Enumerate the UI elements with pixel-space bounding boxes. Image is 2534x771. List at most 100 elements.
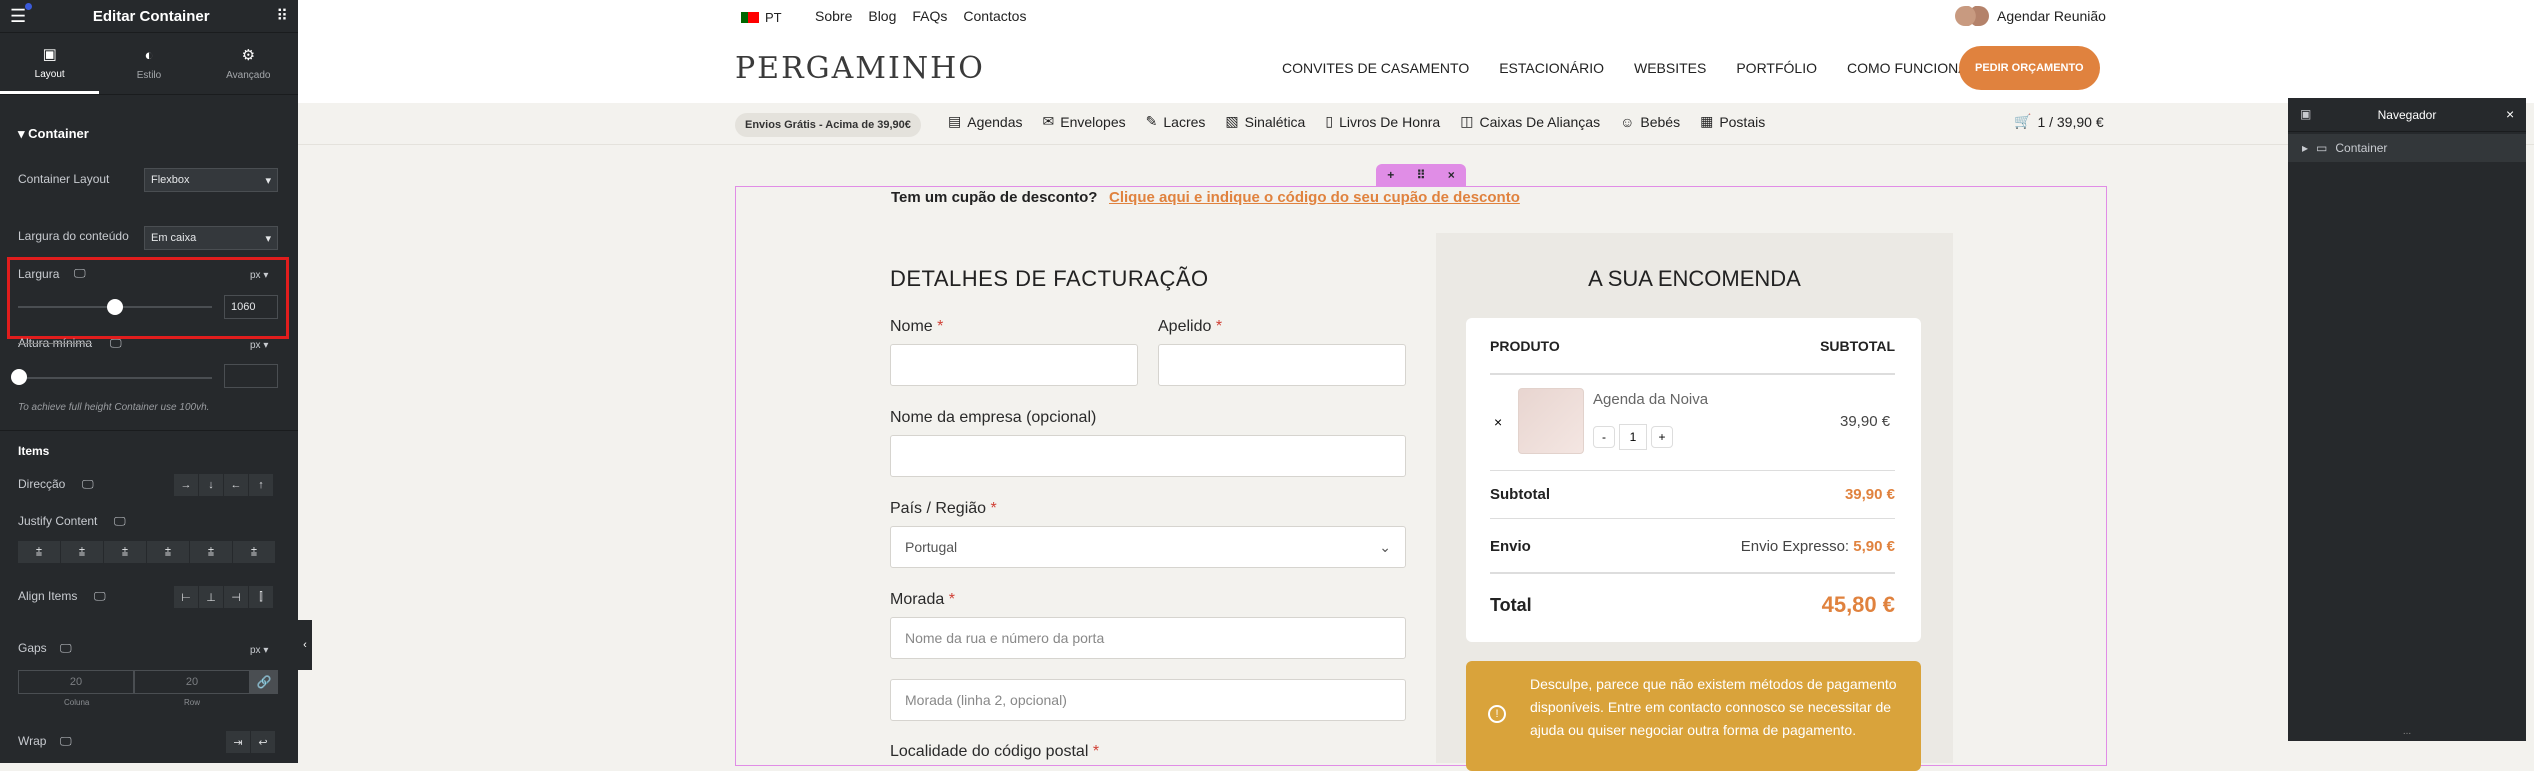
gear-icon: ⚙ (241, 47, 256, 64)
resize-handle[interactable]: ... (2288, 726, 2526, 737)
section-container-toggle[interactable]: ▾ Container (18, 126, 89, 142)
align-stretch-icon[interactable]: ⫿ (249, 586, 273, 608)
info-icon: ! (1488, 705, 1506, 723)
cat-ring-boxes[interactable]: ◫ Caixas De Alianças (1460, 113, 1600, 130)
last-name-input[interactable] (1158, 344, 1406, 386)
container-layout-select[interactable]: Flexbox ▾ (144, 168, 278, 192)
width-input[interactable]: 1060 (224, 295, 278, 319)
chevron-down-icon: ⌄ (1379, 538, 1391, 555)
remove-item-button[interactable]: × (1494, 414, 1502, 430)
qty-plus-button[interactable]: + (1651, 426, 1673, 448)
nav-stationery[interactable]: ESTACIONÁRIO (1499, 60, 1604, 76)
link-contacts[interactable]: Contactos (963, 8, 1026, 24)
unit-select[interactable]: px ▾ (250, 270, 268, 281)
drag-handle-icon[interactable]: ⠿ (1417, 168, 1426, 182)
desktop-icon[interactable]: 🖵 (94, 589, 106, 604)
collapse-panel-button[interactable]: ‹ (298, 620, 312, 670)
portugal-flag-icon (741, 12, 759, 23)
min-height-input[interactable] (224, 364, 278, 388)
address2-input[interactable]: Morada (linha 2, opcional) (890, 679, 1406, 721)
qty-minus-button[interactable]: - (1593, 426, 1615, 448)
unit-select[interactable]: px ▾ (250, 645, 268, 656)
gaps-label: Gaps (18, 641, 47, 655)
direction-buttons: → ↓ ← ↑ (174, 474, 273, 496)
divider (0, 430, 298, 431)
postcard-icon: ▦ (1700, 113, 1714, 129)
first-name-input[interactable] (890, 344, 1138, 386)
desktop-icon[interactable]: 🖵 (114, 514, 126, 529)
content-width-select[interactable]: Em caixa ▾ (144, 226, 278, 250)
justify-center-icon[interactable]: ⩲ (61, 541, 103, 563)
tab-advanced[interactable]: ⚙ Avançado (199, 33, 298, 94)
unit-select[interactable]: px ▾ (250, 340, 268, 351)
country-select[interactable]: Portugal ⌄ (890, 526, 1406, 568)
notebook-icon: ▤ (948, 113, 962, 129)
language-switcher[interactable]: PT (741, 10, 782, 25)
nav-websites[interactable]: WEBSITES (1634, 60, 1706, 76)
cat-postcards[interactable]: ▦ Postais (1700, 113, 1765, 130)
product-name[interactable]: Agenda da Noiva (1593, 391, 1708, 408)
justify-start-icon[interactable]: ⩲ (18, 541, 60, 563)
gap-row-input[interactable]: 20 (134, 670, 250, 694)
site-logo[interactable]: PERGAMINHO (735, 51, 985, 86)
desktop-icon[interactable]: 🖵 (74, 266, 86, 281)
company-input[interactable] (890, 435, 1406, 477)
gap-row-caption: Row (184, 698, 201, 707)
address-input[interactable]: Nome da rua e número da porta (890, 617, 1406, 659)
wrap-icon[interactable]: ↩ (251, 731, 275, 753)
hamburger-menu-icon[interactable]: ☰ (10, 2, 33, 27)
desktop-icon[interactable]: 🖵 (60, 641, 72, 656)
address-label: Morada * (890, 591, 955, 608)
cat-babies[interactable]: ☺ Bebés (1620, 113, 1680, 130)
desktop-icon[interactable]: 🖵 (110, 336, 122, 351)
cat-guestbooks[interactable]: ▯ Livros De Honra (1325, 113, 1440, 130)
schedule-meeting-link[interactable]: Agendar Reunião (1955, 6, 2106, 26)
direction-row-reverse-button[interactable]: ← (224, 474, 248, 496)
close-icon[interactable]: × (1448, 168, 1455, 182)
tab-layout[interactable]: ▣ Layout (0, 33, 100, 94)
direction-column-reverse-button[interactable]: ↑ (249, 474, 273, 496)
min-height-slider-handle[interactable] (11, 369, 27, 385)
direction-column-button[interactable]: ↓ (199, 474, 223, 496)
nav-how-it-works[interactable]: COMO FUNCIONA? (1847, 60, 1975, 76)
desktop-icon[interactable]: 🖵 (82, 477, 94, 492)
link-icon[interactable]: 🔗 (250, 670, 278, 694)
navigator-item-container[interactable]: ▸ ▭ Container (2288, 134, 2526, 162)
divider (1490, 572, 1895, 574)
link-faqs[interactable]: FAQs (912, 8, 947, 24)
widgets-grid-icon[interactable]: ⠿ (276, 6, 288, 26)
justify-around-icon[interactable]: ⩲ (190, 541, 232, 563)
request-quote-button[interactable]: PEDIR ORÇAMENTO (1959, 46, 2100, 90)
align-end-icon[interactable]: ⊣ (224, 586, 248, 608)
desktop-icon[interactable]: 🖵 (60, 734, 72, 749)
cat-signage[interactable]: ▧ Sinalética (1225, 113, 1305, 130)
nav-portfolio[interactable]: PORTFÓLIO (1736, 60, 1817, 76)
close-icon[interactable]: × (2506, 106, 2514, 122)
link-about[interactable]: Sobre (815, 8, 852, 24)
nowrap-icon[interactable]: ⇥ (226, 731, 250, 753)
qty-input[interactable]: 1 (1619, 424, 1647, 450)
justify-between-icon[interactable]: ⩲ (147, 541, 189, 563)
cat-agendas[interactable]: ▤ Agendas (948, 113, 1023, 130)
cat-envelopes[interactable]: ✉ Envelopes (1043, 113, 1126, 130)
nav-wedding-invitations[interactable]: CONVITES DE CASAMENTO (1282, 60, 1469, 76)
align-items-label: Align Items (18, 589, 78, 603)
gap-column-input[interactable]: 20 (18, 670, 134, 694)
add-icon[interactable]: + (1387, 168, 1394, 182)
direction-row-button[interactable]: → (174, 474, 198, 496)
align-start-icon[interactable]: ⊢ (174, 586, 198, 608)
link-blog[interactable]: Blog (868, 8, 896, 24)
cat-seals[interactable]: ✎ Lacres (1146, 113, 1206, 130)
product-thumbnail[interactable] (1518, 388, 1584, 454)
coupon-question: Tem um cupão de desconto? (891, 189, 1098, 206)
caret-right-icon[interactable]: ▸ (2302, 141, 2308, 155)
width-slider-handle[interactable] (107, 299, 123, 315)
coupon-link[interactable]: Clique aqui e indique o código do seu cu… (1109, 189, 1520, 206)
align-center-icon[interactable]: ⊥ (199, 586, 223, 608)
min-height-slider-track[interactable] (18, 377, 212, 379)
justify-end-icon[interactable]: ⩲ (104, 541, 146, 563)
cart-icon: 🛒 (2014, 113, 2032, 129)
cart-link[interactable]: 🛒 1 / 39,90 € (2014, 113, 2104, 130)
tab-style[interactable]: ◐ Estilo (99, 33, 198, 94)
justify-evenly-icon[interactable]: ⩲ (233, 541, 275, 563)
